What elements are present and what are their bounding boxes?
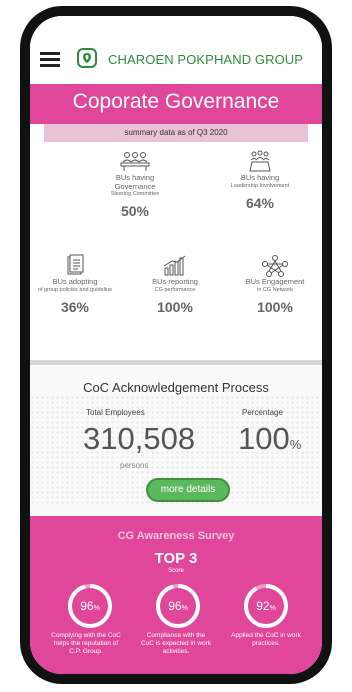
leadership-icon [230,150,290,174]
score-label: Score [168,568,184,574]
percentage-value: 100% [238,421,301,457]
coc-section: CoC Acknowledgement Process Total Employ… [30,365,322,516]
phone-screen: CHAROEN POKPHAND GROUP Coporate Governan… [30,16,322,674]
governance-stats: BUs having Governance Steering Committee … [38,142,315,360]
stat-sublabel: in CG Network [257,286,293,293]
stat-sublabel: of group policies and guideline [37,286,113,293]
survey-caption: Applied the CoC in work practices. [231,632,301,647]
more-details-button[interactable]: more details [146,478,230,502]
score-unit: % [181,605,188,612]
summary-banner: summary data as of Q3 2020 [44,124,308,142]
percentage-unit: % [289,437,302,452]
stat-value: 100% [157,298,193,315]
stat-reporting: BUs reporting CG performance 100% [140,254,210,315]
total-employees-value: 310,508 [83,421,196,456]
stat-sublabel: Steering Committee [110,191,160,197]
survey-caption: Complying with the CoC helps the reputat… [51,632,121,655]
network-icon [235,254,315,278]
stat-leadership: BUs having Leadership Involvement 64% [230,150,290,211]
stat-label: BUs having Governance [114,173,156,191]
survey-score-ring: 96% [156,584,200,628]
cg-awareness-survey: CG Awareness Survey TOP 3 Score 96% Comp… [30,516,322,674]
top-bar: CHAROEN POKPHAND GROUP [30,16,322,84]
stat-policies: BUs adopting of group policies and guidel… [35,254,115,315]
stat-value: 50% [120,203,150,219]
stat-label: BUs Engagement [245,277,305,286]
score-unit: % [93,605,100,612]
survey-score-value: 96% [160,588,196,624]
stat-value: 100% [257,298,293,315]
committee-icon [100,150,170,174]
coc-title: CoC Acknowledgement Process [83,380,269,395]
stat-value: 36% [60,298,90,315]
stat-steering-committee: BUs having Governance Steering Committee … [100,150,170,219]
percentage-number: 100 [238,421,290,456]
brand-name[interactable]: CHAROEN POKPHAND GROUP [108,52,303,67]
page-title: Coporate Governance [72,90,280,113]
stat-sublabel: Leadership Involvement [230,182,290,189]
bar-chart-icon [140,254,210,278]
stat-label: BUs adopting [52,277,98,286]
persons-label: persons [120,461,149,470]
page-header: Coporate Governance [30,84,322,124]
stat-value: 64% [245,194,275,211]
survey-title: CG Awareness Survey [117,530,235,542]
score-unit: % [269,605,276,612]
hamburger-menu-icon[interactable] [40,52,60,68]
score-number: 96 [80,599,94,613]
total-employees-label: Total Employees [86,408,145,417]
cp-logo-icon [77,48,97,68]
stat-label: BUs reporting [152,277,198,286]
survey-score-ring: 92% [244,584,288,628]
percentage-label: Percentage [242,408,283,417]
survey-headline: TOP 3 [154,550,198,567]
stat-sublabel: CG performance [154,286,196,293]
stat-engagement: BUs Engagement in CG Network 100% [235,254,315,315]
score-number: 96 [168,599,182,613]
survey-score-value: 92% [248,588,284,624]
survey-caption: Compliance with the CoC is expected in w… [140,632,212,655]
stat-label: BUs having [240,173,280,182]
survey-score-ring: 96% [68,584,112,628]
score-number: 92 [256,599,270,613]
survey-score-value: 96% [72,588,108,624]
document-icon [35,254,115,278]
